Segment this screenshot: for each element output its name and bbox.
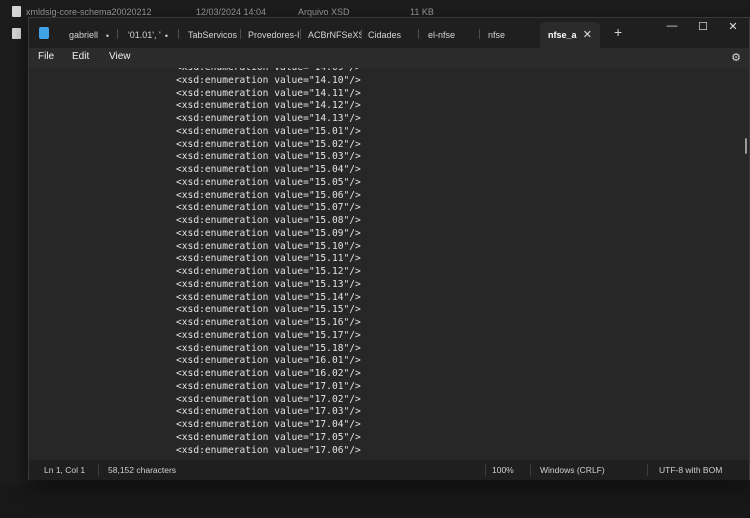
tab-label: ACBrNFSeXSe [308, 30, 362, 40]
code-line: <xsd:enumeration value="17.03"/> [176, 406, 361, 418]
unsaved-dot-icon: • [105, 31, 109, 41]
background-file-type: Arquivo XSD [298, 7, 350, 17]
tab-nfse[interactable]: nfse [480, 22, 538, 48]
code-line: <xsd:enumeration value="16.01"/> [176, 355, 361, 367]
code-line: <xsd:enumeration value="15.04"/> [176, 164, 361, 175]
code-line: <xsd:enumeration value="14.12"/> [176, 100, 361, 112]
code-line: <xsd:enumeration value="17.06"/> [176, 444, 361, 456]
tab-separator [178, 29, 179, 39]
menu-view[interactable]: View [109, 51, 131, 62]
file-icon [12, 6, 21, 17]
file-icon [12, 28, 21, 39]
code-line: <xsd:enumeration value="17.05"/> [176, 431, 361, 443]
status-separator [530, 464, 531, 476]
tab-separator [418, 29, 419, 39]
status-bar: Ln 1, Col 1 58,152 characters 100% Windo… [29, 460, 749, 480]
close-window-button[interactable]: ✕ [715, 20, 750, 33]
code-line: <xsd:enumeration value="15.10"/> [176, 240, 361, 252]
code-line: <xsd:enumeration value="15.13"/> [176, 278, 361, 290]
tab-label: Provedores-I [248, 30, 300, 40]
code-line: <xsd:enumeration value="15.17"/> [176, 329, 361, 341]
tab-label: nfse [488, 30, 506, 40]
tab-gabriell[interactable]: gabriell • [61, 22, 115, 48]
tab-label: el-nfse [428, 30, 456, 40]
tab-label: nfse_a [548, 30, 577, 40]
status-separator [485, 464, 486, 476]
tab-label: Cidades [368, 30, 402, 40]
menu-bar: File Edit View ⚙ [29, 48, 749, 68]
background-file-size: 11 KB [410, 7, 434, 17]
vertical-scrollbar[interactable] [745, 138, 747, 154]
code-line: <xsd:enumeration value="15.14"/> [176, 291, 361, 303]
tab-provedores[interactable]: Provedores-I [240, 22, 302, 48]
code-line: <xsd:enumeration value="15.16"/> [176, 317, 361, 328]
status-separator [647, 464, 648, 476]
tab-label: '01.01', ' [128, 30, 161, 40]
code-line: <xsd:enumeration value="14.13"/> [176, 113, 361, 124]
status-separator [98, 464, 99, 476]
text-editor[interactable]: <xsd:enumeration value="14.09"/><xsd:enu… [29, 68, 749, 460]
code-line: <xsd:enumeration value="15.15"/> [176, 304, 361, 316]
code-line: <xsd:enumeration value="15.12"/> [176, 266, 361, 277]
code-line: <xsd:enumeration value="17.01"/> [176, 380, 361, 392]
code-line: <xsd:enumeration value="15.08"/> [176, 215, 361, 226]
code-line: <xsd:enumeration value="15.02"/> [176, 138, 361, 150]
code-line: <xsd:enumeration value="15.03"/> [176, 151, 361, 163]
tab-separator [117, 29, 118, 39]
code-line: <xsd:enumeration value="15.09"/> [176, 227, 361, 239]
code-line: <xsd:enumeration value="15.05"/> [176, 176, 361, 188]
tab-acbrnfsexse[interactable]: ACBrNFSeXSe [300, 22, 362, 48]
code-line: <xsd:enumeration value="17.04"/> [176, 419, 361, 430]
unsaved-dot-icon: • [164, 31, 168, 41]
tab-bar: gabriell • '01.01', ' • TabServicos Prov… [29, 18, 749, 48]
menu-file[interactable]: File [38, 51, 54, 62]
line-ending[interactable]: Windows (CRLF) [540, 465, 605, 475]
code-line: <xsd:enumeration value="15.07"/> [176, 202, 361, 214]
code-line: <xsd:enumeration value="14.11"/> [176, 87, 361, 99]
close-tab-icon[interactable]: ✕ [583, 28, 592, 41]
new-tab-button[interactable]: + [614, 24, 622, 40]
encoding[interactable]: UTF-8 with BOM [659, 465, 722, 475]
code-line: <xsd:enumeration value="15.18"/> [176, 342, 361, 354]
tab-label: TabServicos [188, 30, 238, 40]
code-line: <xsd:enumeration value="14.10"/> [176, 74, 361, 86]
background-file-date: 12/03/2024 14:04 [196, 7, 267, 17]
tab-cidades[interactable]: Cidades [360, 22, 418, 48]
notepad-window: gabriell • '01.01', ' • TabServicos Prov… [28, 17, 750, 480]
tab-el-nfse[interactable]: el-nfse [420, 22, 478, 48]
tab-nfse-a-active[interactable]: nfse_a ✕ [540, 22, 600, 48]
notepad-app-icon [39, 27, 49, 39]
code-line: <xsd:enumeration value="17.02"/> [176, 393, 361, 405]
code-line: <xsd:enumeration value="15.06"/> [176, 189, 361, 201]
code-line: <xsd:enumeration value="15.01"/> [176, 125, 361, 137]
cursor-position[interactable]: Ln 1, Col 1 [44, 465, 85, 475]
background-area [0, 485, 750, 518]
tab-tabservicos[interactable]: TabServicos [180, 22, 240, 48]
zoom-level[interactable]: 100% [492, 465, 514, 475]
gear-icon[interactable]: ⚙ [731, 51, 741, 64]
tab-0101[interactable]: '01.01', ' • [120, 22, 174, 48]
tab-label: gabriell [69, 30, 99, 40]
background-file-name: xmldsig-core-schema20020212 [26, 7, 152, 17]
code-line: <xsd:enumeration value="15.11"/> [176, 253, 361, 265]
menu-edit[interactable]: Edit [72, 51, 89, 62]
character-count: 58,152 characters [108, 465, 177, 475]
code-line: <xsd:enumeration value="16.02"/> [176, 368, 361, 379]
